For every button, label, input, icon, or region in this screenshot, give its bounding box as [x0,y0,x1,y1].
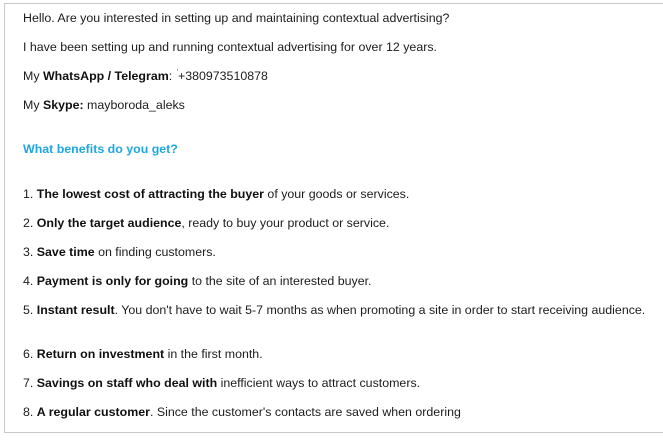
skype-line: My Skype: mayboroda_aleks [23,98,185,113]
benefit-number: 6. [23,347,37,361]
tiny-mark: ' [176,69,178,76]
benefit-item: 6. Return on investment in the first mon… [23,347,263,362]
whatsapp-number: +380973510878 [177,69,268,83]
benefit-bold: Return on investment [36,347,165,361]
benefit-bold: A regular customer [36,405,150,419]
benefit-bold: Save time [36,245,95,259]
experience-line: I have been setting up and running conte… [23,40,437,54]
benefit-number: 3. [23,245,37,259]
benefit-number: 2. [23,216,37,230]
benefit-bold: Only the target audience [36,216,182,230]
benefit-item: 5. Instant result. You don't have to wai… [23,303,663,318]
benefit-bold: Payment is only for going [36,274,189,288]
skype-prefix: My [23,98,43,112]
benefit-number: 7. [23,376,37,390]
benefit-text: , ready to buy your product or service. [181,216,390,230]
whatsapp-prefix: My [23,69,43,83]
benefit-item: 2. Only the target audience, ready to bu… [23,216,389,231]
benefit-text: . Since the customer's contacts are save… [149,405,461,419]
benefit-item: 1. The lowest cost of attracting the buy… [23,187,409,202]
benefit-bold: Savings on staff who deal with [36,376,218,390]
benefit-number: 1. [23,187,37,201]
benefit-bold: Instant result [36,303,115,317]
whatsapp-separator: : [168,69,176,83]
benefit-number: 5. [23,303,37,317]
benefit-bold: The lowest cost of attracting the buyer [36,187,264,201]
benefit-item: 3. Save time on finding customers. [23,245,216,260]
benefit-text: inefficient ways to attract customers. [217,376,421,390]
benefit-text: . You don't have to wait 5-7 months as w… [114,303,646,317]
whatsapp-line: My WhatsApp / Telegram: '+380973510878 [23,69,268,86]
benefit-item: 7. Savings on staff who deal with ineffi… [23,376,420,391]
benefit-text: on finding customers. [94,245,216,259]
benefit-number: 4. [23,274,37,288]
whatsapp-label: WhatsApp / Telegram [42,69,169,83]
skype-username: mayboroda_aleks [83,98,185,112]
benefit-text: of your goods or services. [263,187,410,201]
benefits-heading: What benefits do you get? [23,142,178,156]
benefit-text: in the first month. [164,347,263,361]
greeting-line: Hello. Are you interested in setting up … [23,11,450,25]
benefit-item: 8. A regular customer. Since the custome… [23,405,461,420]
benefit-item: 4. Payment is only for going to the site… [23,274,371,289]
benefit-text: to the site of an interested buyer. [188,274,372,288]
skype-label: Skype: [42,98,84,112]
benefit-number: 8. [23,405,37,419]
